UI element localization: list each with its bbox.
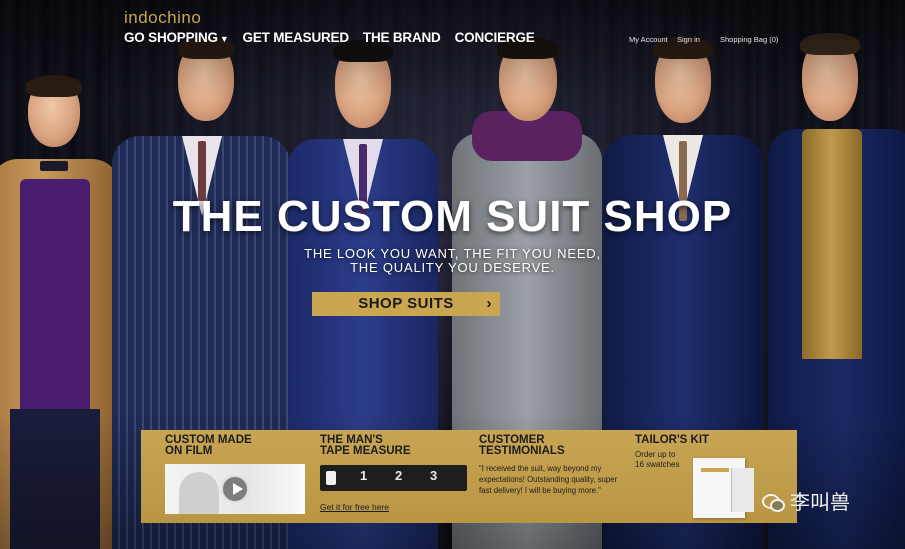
swatch-kit-box bbox=[731, 468, 754, 512]
homepage: indochino GO SHOPPING ▼ GET MEASURED THE … bbox=[0, 0, 905, 549]
promo-testimonials[interactable]: CUSTOMER TESTIMONIALS "I received the su… bbox=[479, 430, 624, 523]
nav-go-shopping[interactable]: GO SHOPPING ▼ bbox=[124, 30, 229, 45]
chevron-down-icon: ▼ bbox=[219, 34, 229, 44]
promo-panel: CUSTOM MADE ON FILM THE MAN'S TAPE MEASU… bbox=[141, 430, 797, 523]
hero-title: THE CUSTOM SUIT SHOP bbox=[172, 192, 733, 241]
promo-custom-film[interactable]: CUSTOM MADE ON FILM bbox=[165, 430, 310, 523]
brand-logo[interactable]: indochino bbox=[124, 8, 201, 28]
nav-item-label: GO SHOPPING bbox=[124, 30, 218, 45]
shop-suits-label: SHOP SUITS bbox=[358, 295, 454, 312]
watermark: 李叫兽 bbox=[762, 486, 850, 515]
tape-mark: 3 bbox=[430, 468, 438, 483]
nav-get-measured[interactable]: GET MEASURED bbox=[243, 30, 350, 45]
get-it-free-link[interactable]: Get it for free here bbox=[320, 502, 389, 512]
watermark-text: 李叫兽 bbox=[790, 492, 850, 514]
shop-suits-button[interactable]: SHOP SUITS › bbox=[312, 292, 500, 316]
nav-concierge[interactable]: CONCIERGE bbox=[455, 30, 535, 45]
testimonial-quote: "I received the suit, way beyond my expe… bbox=[479, 464, 618, 495]
tape-measure-graphic: 1 2 3 bbox=[320, 465, 467, 491]
tape-slider-handle[interactable] bbox=[326, 471, 336, 485]
hero-subtitle-line2: THE QUALITY YOU DESERVE. bbox=[350, 260, 555, 275]
video-figure bbox=[179, 472, 219, 514]
promo-title: CUSTOMER TESTIMONIALS bbox=[479, 434, 565, 457]
promo-title-line: TAPE MEASURE bbox=[320, 445, 411, 457]
hero-subtitle-line1: THE LOOK YOU WANT, THE FIT YOU NEED, bbox=[304, 246, 601, 261]
video-thumbnail[interactable] bbox=[165, 464, 305, 514]
tape-mark: 1 bbox=[360, 468, 368, 483]
promo-title: THE MAN'S TAPE MEASURE bbox=[320, 434, 411, 457]
promo-title-line: TESTIMONIALS bbox=[479, 445, 565, 457]
kit-subtitle: Order up to 16 swatches bbox=[635, 450, 679, 470]
promo-tape-measure[interactable]: THE MAN'S TAPE MEASURE 1 2 3 Get it for … bbox=[320, 430, 470, 523]
promo-title-line: ON FILM bbox=[165, 445, 213, 457]
tape-mark: 2 bbox=[395, 468, 403, 483]
chevron-right-icon: › bbox=[486, 295, 492, 312]
kit-subtitle-line: 16 swatches bbox=[635, 460, 680, 469]
main-nav: GO SHOPPING ▼ GET MEASURED THE BRAND CONC… bbox=[124, 30, 535, 45]
my-account-link[interactable]: My Account bbox=[629, 35, 668, 44]
play-icon[interactable] bbox=[221, 475, 249, 503]
shopping-bag-link[interactable]: Shopping Bag (0) bbox=[720, 35, 778, 44]
promo-title: CUSTOM MADE ON FILM bbox=[165, 434, 252, 457]
promo-title: TAILOR'S KIT bbox=[635, 434, 710, 446]
nav-the-brand[interactable]: THE BRAND bbox=[363, 30, 441, 45]
kit-label-stripe bbox=[701, 468, 729, 472]
wechat-icon bbox=[762, 492, 785, 512]
kit-subtitle-line: Order up to bbox=[635, 450, 676, 459]
sign-in-link[interactable]: Sign in bbox=[677, 35, 700, 44]
